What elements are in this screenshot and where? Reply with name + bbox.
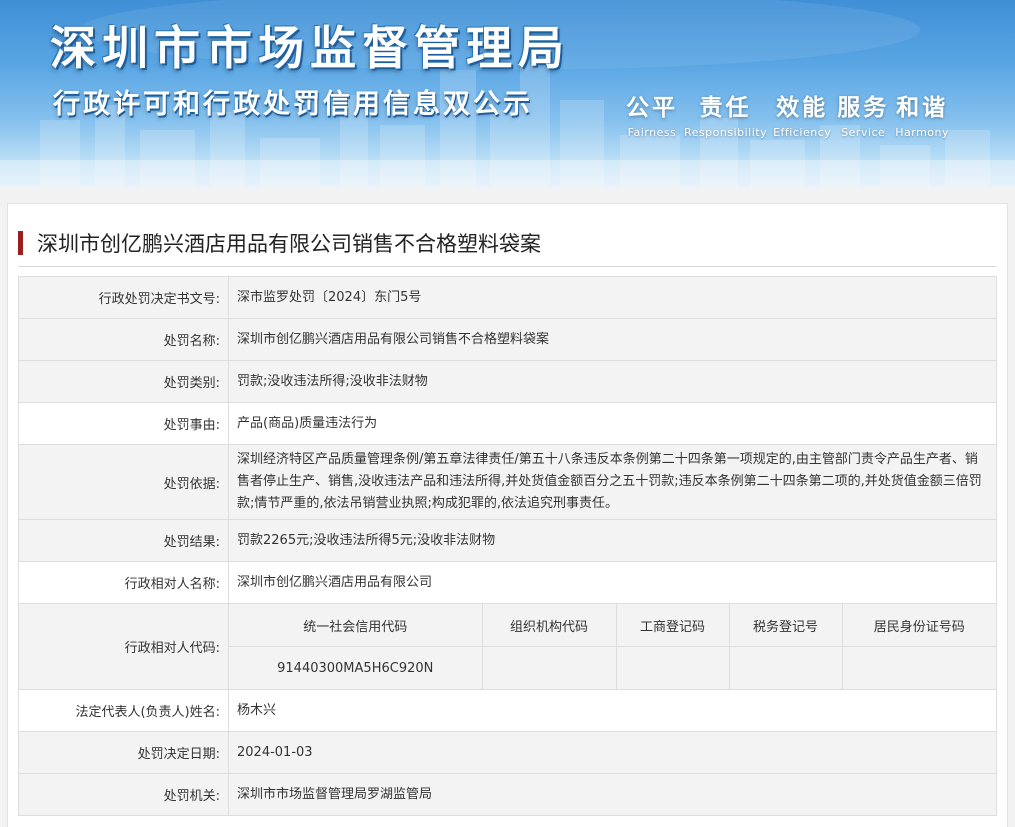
party-name-label: 行政相对人名称: [18,561,229,604]
slogan-list: 公平 Fairness 责任 Responsibility 效能 Efficie… [626,88,986,139]
row-party-code: 行政相对人代码: 统一社会信用代码 组织机构代码 工商登记码 税务登记号 居民身… [18,603,997,690]
header-business-reg-code: 工商登记码 [615,604,730,647]
value-tax-reg-no [728,646,843,689]
penalty-basis-label: 处罚依据: [18,444,229,520]
header-id-card-no: 居民身份证号码 [841,604,996,647]
legal-rep-label: 法定代表人(负责人)姓名: [18,689,229,732]
authority-label: 处罚机关: [18,773,229,816]
value-business-reg-code [615,646,730,689]
decision-date-value: 2024-01-03 [228,731,997,774]
row-legal-rep: 法定代表人(负责人)姓名: 杨木兴 [18,689,997,732]
banner-subtitle: 行政许可和行政处罚信用信息双公示 [53,89,533,120]
row-decision-date: 处罚决定日期: 2024-01-03 [18,731,997,774]
party-code-label: 行政相对人代码: [18,603,229,690]
row-penalty-result: 处罚结果: 罚款2265元;没收违法所得5元;没收非法财物 [18,519,997,562]
penalty-reason-value: 产品(商品)质量违法行为 [228,402,997,445]
party-code-cell: 统一社会信用代码 组织机构代码 工商登记码 税务登记号 居民身份证号码 9144… [228,603,997,690]
value-id-card-no [841,646,996,689]
penalty-basis-value: 深圳经济特区产品质量管理条例/第五章法律责任/第五十八条违反本条例第二十四条第一… [228,444,997,520]
row-authority: 处罚机关: 深圳市市场监督管理局罗湖监管局 [18,773,997,816]
penalty-name-value: 深圳市创亿鹏兴酒店用品有限公司销售不合格塑料袋案 [228,318,997,361]
row-party-name: 行政相对人名称: 深圳市创亿鹏兴酒店用品有限公司 [18,561,997,604]
banner-title: 深圳市市场监督管理局 [50,21,570,75]
case-title: 深圳市创亿鹏兴酒店用品有限公司销售不合格塑料袋案 [37,232,541,256]
party-code-header-row: 统一社会信用代码 组织机构代码 工商登记码 税务登记号 居民身份证号码 [229,604,996,647]
header-tax-reg-no: 税务登记号 [728,604,843,647]
row-penalty-basis: 处罚依据: 深圳经济特区产品质量管理条例/第五章法律责任/第五十八条违反本条例第… [18,444,997,520]
penalty-reason-label: 处罚事由: [18,402,229,445]
row-decision-no: 行政处罚决定书文号: 深市监罗处罚〔2024〕东门5号 [18,276,997,319]
row-penalty-type: 处罚类别: 罚款;没收违法所得;没收非法财物 [18,360,997,403]
slogan-efficiency: 效能 Efficiency [773,95,832,139]
slogan-harmony: 和谐 Harmony [895,95,950,139]
party-code-value-row: 91440300MA5H6C920N [229,646,996,689]
title-accent-bar [18,231,23,255]
case-title-header: 深圳市创亿鹏兴酒店用品有限公司销售不合格塑料袋案 [18,220,996,267]
party-code-table: 统一社会信用代码 组织机构代码 工商登记码 税务登记号 居民身份证号码 9144… [229,604,996,689]
header-credit-code: 统一社会信用代码 [229,604,483,647]
value-credit-code: 91440300MA5H6C920N [229,646,483,689]
penalty-type-label: 处罚类别: [18,360,229,403]
header-org-code: 组织机构代码 [481,604,617,647]
case-info-table: 行政处罚决定书文号: 深市监罗处罚〔2024〕东门5号 处罚名称: 深圳市创亿鹏… [18,276,997,816]
decision-no-label: 行政处罚决定书文号: [18,276,229,319]
slogan-responsibility: 责任 Responsibility [684,95,768,139]
party-name-value: 深圳市创亿鹏兴酒店用品有限公司 [228,561,997,604]
slogan-service: 服务 Service [837,95,890,139]
slogan-fairness: 公平 Fairness [626,95,678,139]
legal-rep-value: 杨木兴 [228,689,997,732]
case-detail-card: 深圳市创亿鹏兴酒店用品有限公司销售不合格塑料袋案 行政处罚决定书文号: 深市监罗… [7,203,1008,827]
value-org-code [481,646,617,689]
header-banner: 深圳市市场监督管理局 行政许可和行政处罚信用信息双公示 公平 Fairness … [0,0,1015,187]
penalty-result-label: 处罚结果: [18,519,229,562]
decision-no-value: 深市监罗处罚〔2024〕东门5号 [228,276,997,319]
penalty-type-value: 罚款;没收违法所得;没收非法财物 [228,360,997,403]
penalty-result-value: 罚款2265元;没收违法所得5元;没收非法财物 [228,519,997,562]
authority-value: 深圳市市场监督管理局罗湖监管局 [228,773,997,816]
penalty-name-label: 处罚名称: [18,318,229,361]
decision-date-label: 处罚决定日期: [18,731,229,774]
row-penalty-name: 处罚名称: 深圳市创亿鹏兴酒店用品有限公司销售不合格塑料袋案 [18,318,997,361]
row-penalty-reason: 处罚事由: 产品(商品)质量违法行为 [18,402,997,445]
